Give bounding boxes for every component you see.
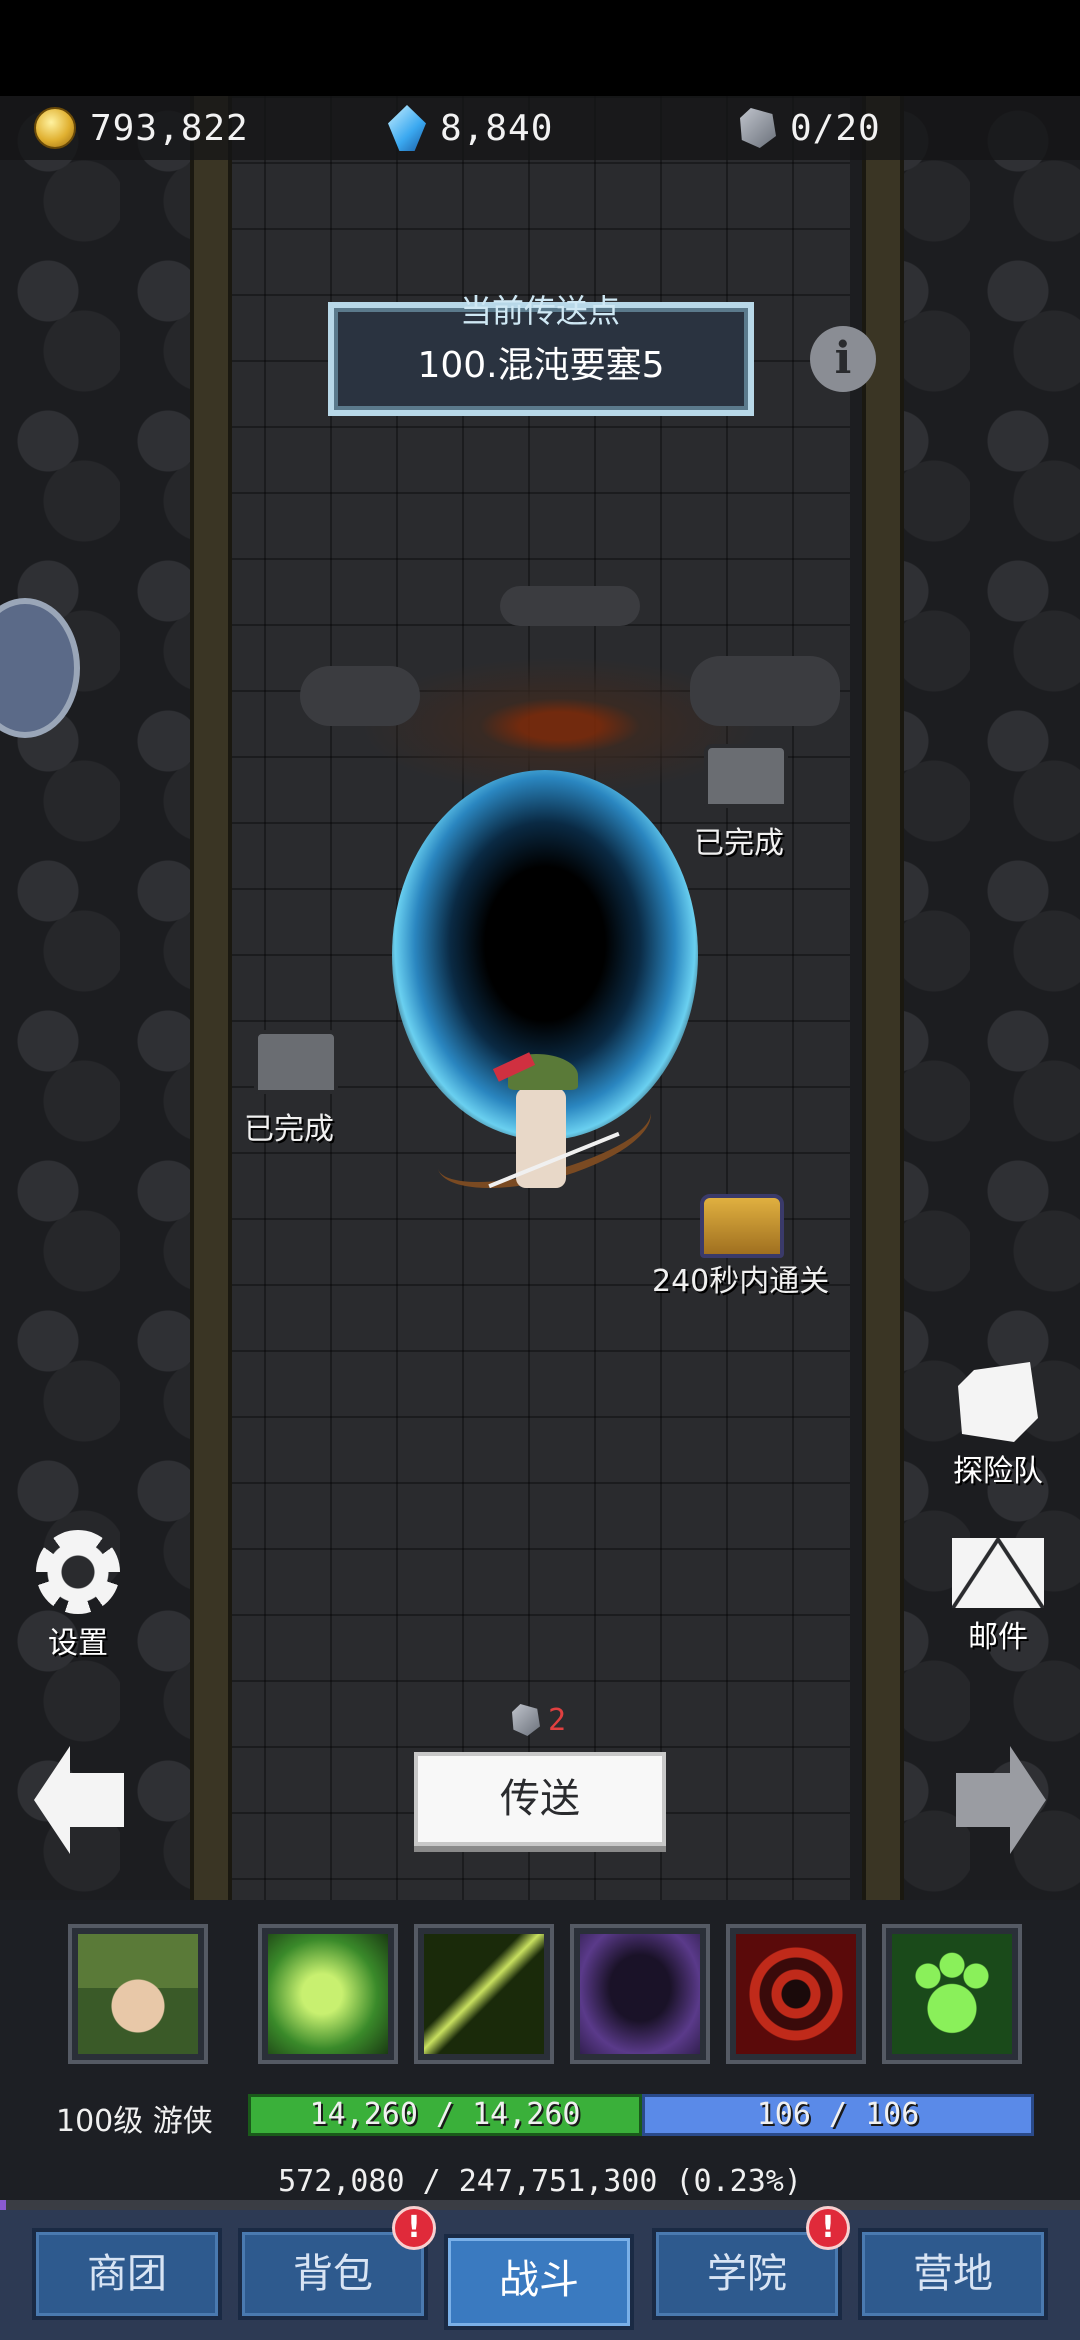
gold-coin-icon [34,107,76,149]
settings-button[interactable]: 设置 [8,1530,148,1662]
tab-camp[interactable]: 营地 [858,2228,1048,2320]
skill-slot-4[interactable] [726,1924,866,2064]
chest-label: 已完成 [244,1112,334,1147]
hero-portrait[interactable] [68,1924,208,2064]
hero-archer [427,1040,661,1240]
gear-icon [36,1530,120,1614]
stone-counter: 0/20 [740,96,881,160]
hp-value: 14,260 / 14,260 [309,2097,581,2132]
skill-slot-1[interactable] [258,1924,398,2064]
bow-skill-icon [268,1934,388,2054]
stone-value: 0/20 [790,107,881,149]
exp-bar-fill [0,2200,6,2210]
rubble [500,586,640,626]
target-skill-icon [736,1934,856,2054]
gold-counter: 793,822 [34,96,249,160]
status-bar-area [0,0,1080,96]
teleport-point-title: 当前传送点 [459,292,620,330]
backpack-alert-badge: ! [392,2206,436,2250]
teleport-button[interactable]: 传送 [414,1752,666,1846]
right-rail [862,96,904,2126]
skill-slot-2[interactable] [414,1924,554,2064]
settings-label: 设置 [48,1626,108,1661]
info-button[interactable]: i [810,326,876,392]
currency-bar: 793,822 8,840 0/20 [0,96,1080,160]
chest-completed-right[interactable] [704,744,788,808]
tab-battle[interactable]: 战斗 [444,2234,634,2330]
teleport-stone-icon [740,108,776,148]
rubble [690,656,840,726]
teleport-stone-icon [512,1704,540,1736]
hooded-assassin-icon [580,1934,700,2054]
paw-skill-icon [892,1934,1012,2054]
academy-alert-badge: ! [806,2206,850,2250]
skill-slot-3[interactable] [570,1924,710,2064]
expedition-label: 探险队 [953,1454,1043,1489]
hero-level-class: 100级 游侠 [56,2104,213,2139]
expedition-button[interactable]: 探险队 [928,1362,1068,1490]
exp-bar-track [0,2200,1080,2210]
chest-completed-left[interactable] [254,1030,338,1094]
expedition-icon [958,1362,1038,1442]
arrow-skill-icon [424,1934,544,2054]
teleport-point-value: 100.混沌要塞5 [417,345,665,386]
chest-label: 240秒内通关 [652,1264,830,1299]
tab-guild[interactable]: 商团 [32,2228,222,2320]
hp-bar: 14,260 / 14,260 [248,2094,642,2136]
gold-value: 793,822 [90,107,249,149]
mail-button[interactable]: 邮件 [928,1538,1068,1656]
gem-counter: 8,840 [388,96,553,160]
exp-value: 572,080 / 247,751,300 (0.23%) [278,2164,802,2199]
chest-timed-gold[interactable] [700,1194,784,1258]
teleport-cost: 2 [512,1700,566,1740]
mail-label: 邮件 [968,1620,1028,1655]
teleport-cost-value: 2 [548,1702,567,1738]
skill-slot-5[interactable] [882,1924,1022,2064]
mail-icon [952,1538,1044,1608]
gem-value: 8,840 [440,107,554,149]
mp-bar: 106 / 106 [642,2094,1034,2136]
rubble [300,666,420,726]
hero-portrait-icon [78,1934,198,2054]
left-rail [190,96,232,2126]
chest-label: 已完成 [694,826,784,861]
gem-icon [388,105,426,151]
mp-value: 106 / 106 [756,2097,920,2132]
